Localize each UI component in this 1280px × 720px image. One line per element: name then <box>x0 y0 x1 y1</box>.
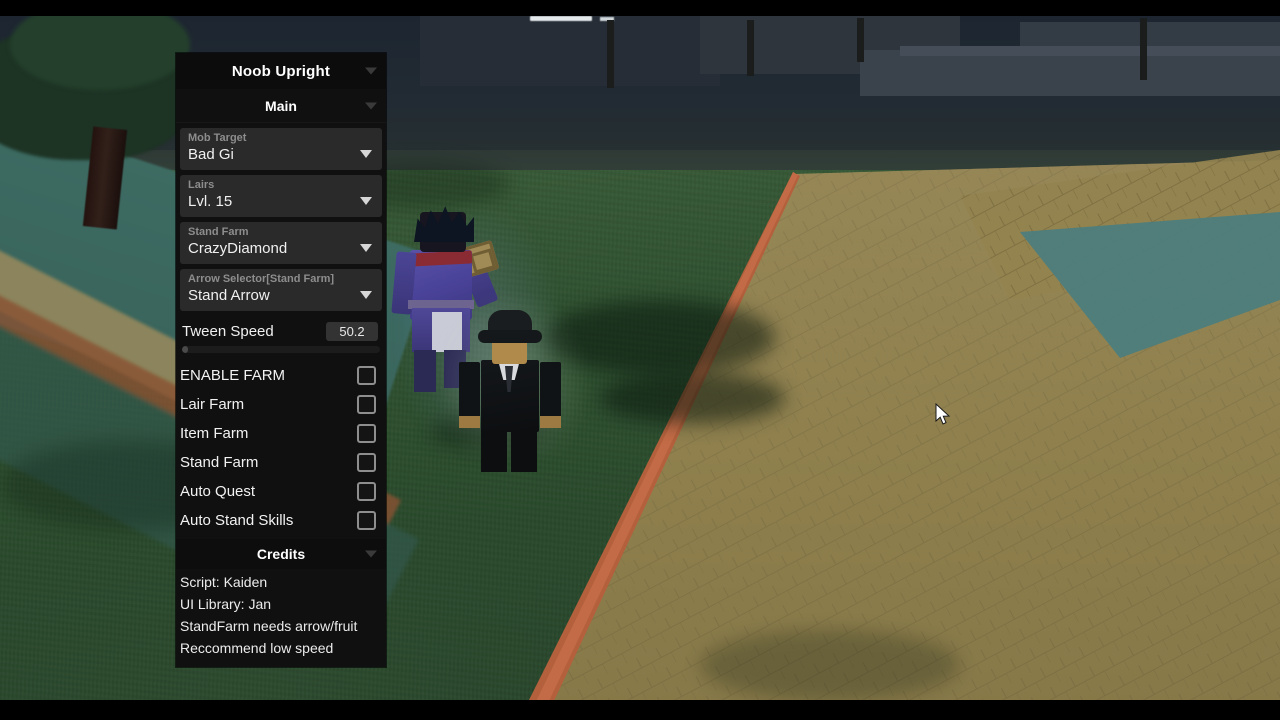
checkbox[interactable] <box>357 482 376 501</box>
toggle-auto-stand-skills[interactable]: Auto Stand Skills <box>176 506 386 535</box>
chevron-down-icon[interactable] <box>360 244 372 252</box>
dropdown-value: Bad Gi <box>188 146 234 163</box>
mouse-pointer-icon <box>935 402 953 432</box>
dropdown-arrow-selector[interactable]: Arrow Selector[Stand Farm] Stand Arrow <box>180 269 382 311</box>
credits-list: Script: Kaiden UI Library: Jan StandFarm… <box>176 569 386 667</box>
toggle-label: ENABLE FARM <box>180 367 286 384</box>
player-leg-right <box>511 430 537 472</box>
credits-header[interactable]: Credits <box>176 539 386 569</box>
game-screen: Noob Upright Main Mob Target Bad Gi Lair… <box>0 0 1280 720</box>
dropdown-stand-farm[interactable]: Stand Farm CrazyDiamond <box>180 222 382 264</box>
credits-line: StandFarm needs arrow/fruit <box>180 618 358 634</box>
toggle-stand-farm[interactable]: Stand Farm <box>176 448 386 477</box>
toggle-item-farm[interactable]: Item Farm <box>176 419 386 448</box>
checkbox[interactable] <box>357 424 376 443</box>
slider-tween-speed[interactable]: Tween Speed 50.2 <box>180 316 382 353</box>
slider-fill <box>182 346 188 353</box>
tab-label: Main <box>265 97 297 114</box>
dropdown-lairs[interactable]: Lairs Lvl. 15 <box>180 175 382 217</box>
ground-shadow <box>700 630 960 700</box>
dropdown-mob-target[interactable]: Mob Target Bad Gi <box>180 128 382 170</box>
letterbox-bottom <box>0 700 1280 720</box>
toggle-label: Lair Farm <box>180 396 245 413</box>
credits-title: Credits <box>256 546 306 562</box>
credits-line: Script: Kaiden <box>180 574 268 590</box>
player-hand-left <box>459 416 480 428</box>
dropdown-label: Lairs <box>188 179 215 191</box>
toggle-auto-quest[interactable]: Auto Quest <box>176 477 386 506</box>
toggle-label: Stand Farm <box>180 454 259 471</box>
toggle-label: Item Farm <box>180 425 249 442</box>
checkbox[interactable] <box>357 453 376 472</box>
page-title: Noob Upright <box>231 62 331 80</box>
dropdown-label: Stand Farm <box>188 226 249 238</box>
credits-line: UI Library: Jan <box>180 596 272 612</box>
letterbox-top <box>0 0 1280 16</box>
chevron-down-icon[interactable] <box>360 197 372 205</box>
checkbox[interactable] <box>357 395 376 414</box>
script-gui-panel[interactable]: Noob Upright Main Mob Target Bad Gi Lair… <box>176 53 386 667</box>
slider-track[interactable] <box>182 346 380 353</box>
toggle-list: ENABLE FARM Lair Farm Item Farm Stand Fa… <box>176 355 386 537</box>
slider-value[interactable]: 50.2 <box>326 321 378 341</box>
chevron-down-icon[interactable] <box>360 150 372 158</box>
chevron-down-icon[interactable] <box>360 291 372 299</box>
player-arm-left <box>459 362 480 420</box>
dropdown-label: Arrow Selector[Stand Farm] <box>188 273 335 285</box>
player-arm-right <box>540 362 561 420</box>
player-hand-right <box>540 416 561 428</box>
toggle-enable-farm[interactable]: ENABLE FARM <box>176 361 386 390</box>
player-hat-brim <box>478 330 542 343</box>
credits-line: Reccommend low speed <box>180 640 334 656</box>
stand-leg-left <box>414 350 436 392</box>
slider-label: Tween Speed <box>182 322 274 340</box>
gui-title-bar[interactable]: Noob Upright <box>176 53 386 89</box>
dropdown-value: CrazyDiamond <box>188 240 288 257</box>
tab-main[interactable]: Main <box>176 89 386 123</box>
dropdown-value: Lvl. 15 <box>188 193 233 210</box>
chevron-down-icon[interactable] <box>365 67 377 75</box>
slider-header: Tween Speed 50.2 <box>180 318 382 344</box>
dropdown-label: Mob Target <box>188 132 247 144</box>
chevron-down-icon[interactable] <box>365 550 377 558</box>
toggle-lair-farm[interactable]: Lair Farm <box>176 390 386 419</box>
checkbox[interactable] <box>357 366 376 385</box>
toggle-label: Auto Quest <box>180 483 256 500</box>
chevron-down-icon[interactable] <box>365 102 377 109</box>
toggle-label: Auto Stand Skills <box>180 512 294 529</box>
ground-shadow <box>600 372 785 424</box>
player-leg-left <box>481 430 507 472</box>
dropdown-value: Stand Arrow <box>188 287 270 304</box>
checkbox[interactable] <box>357 511 376 530</box>
